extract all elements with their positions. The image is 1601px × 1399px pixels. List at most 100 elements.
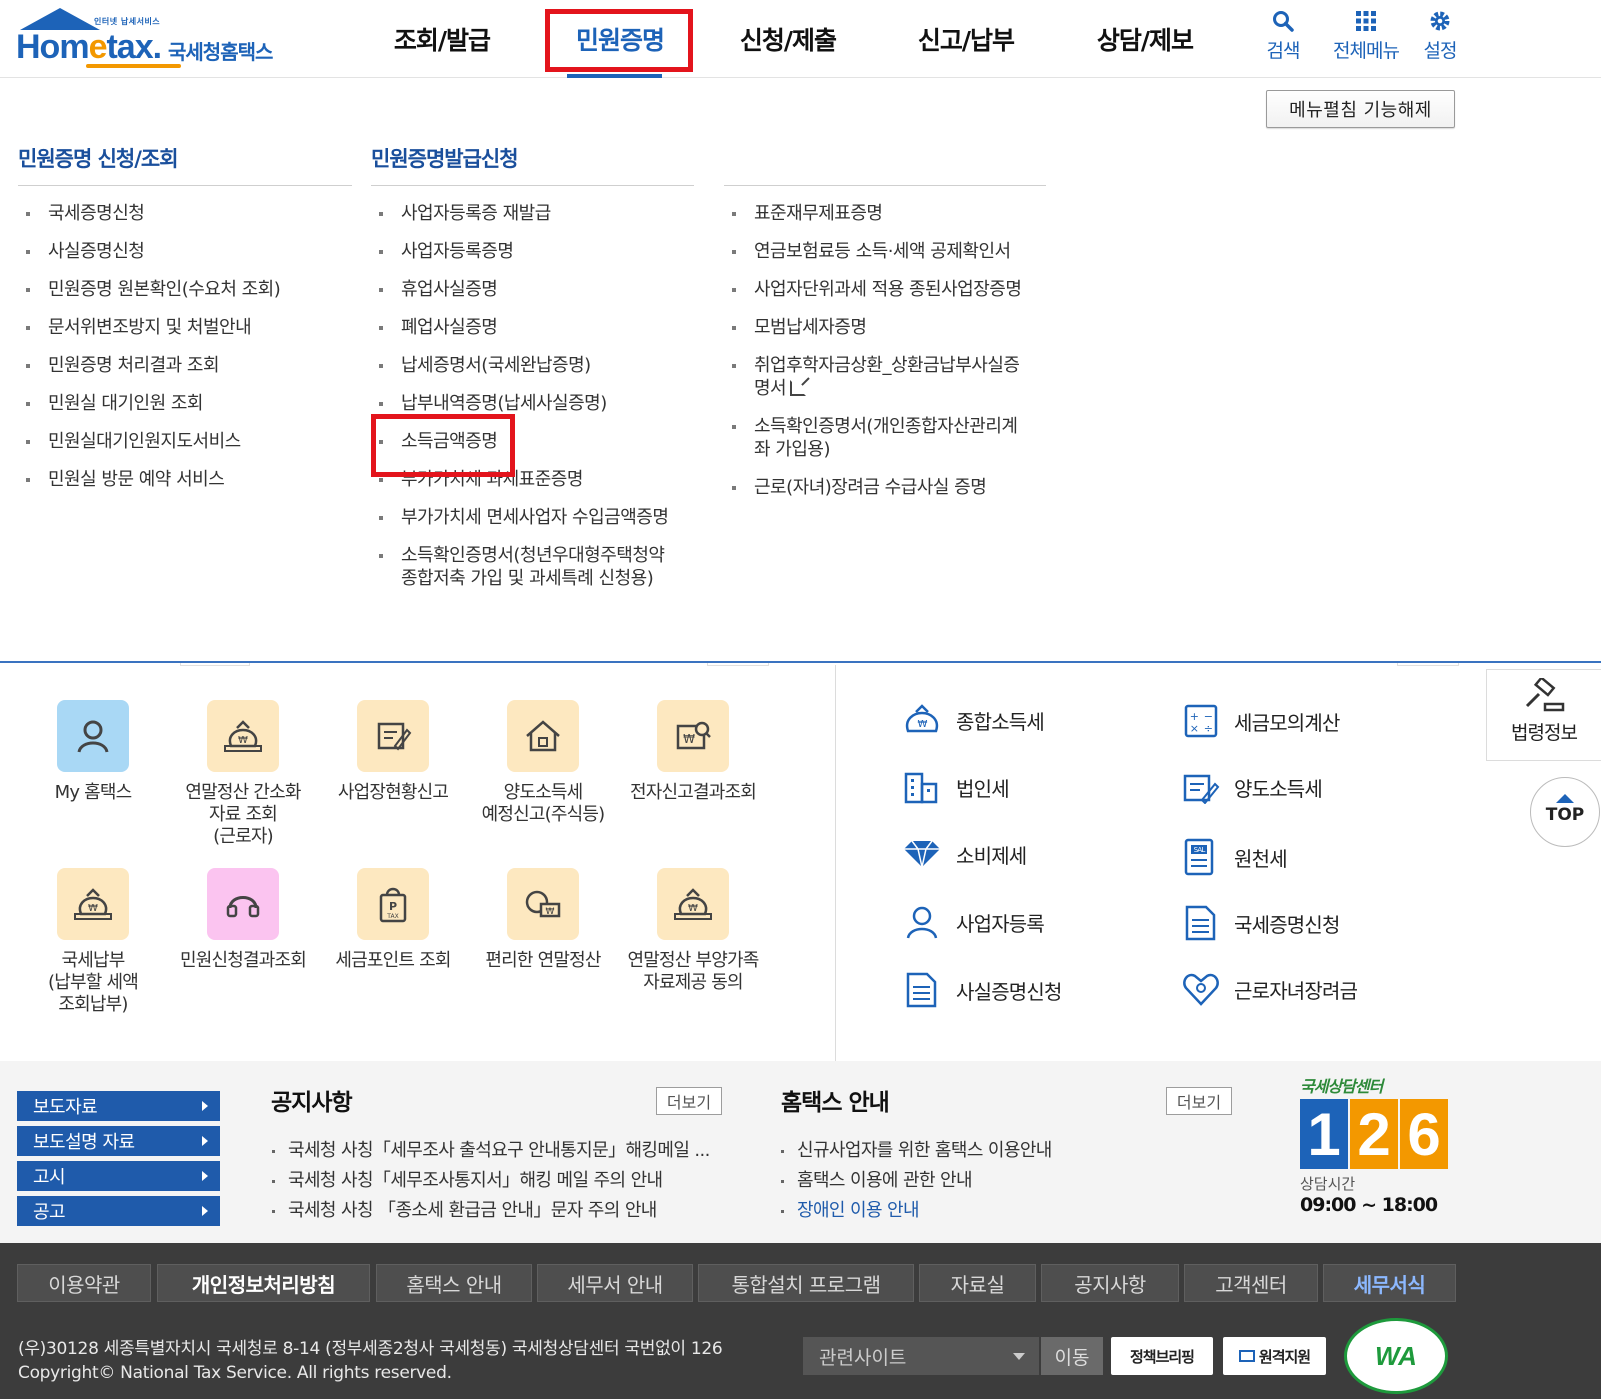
footer-tax-forms-link[interactable]: 세무서식 [1323, 1264, 1456, 1302]
notice-more-button[interactable]: 더보기 [656, 1087, 722, 1115]
svg-text:₩: ₩ [917, 719, 927, 730]
menu-item-pension-deduction-confirm[interactable]: 연금보험료등 소득·세액 공제확인서 [724, 240, 1064, 263]
settings-button[interactable]: 설정 [1400, 8, 1480, 68]
document-icon [1185, 905, 1216, 941]
service-consumption-tax[interactable]: 소비제세 [902, 837, 1027, 871]
quick-dependent-consent[interactable]: ₩ 연말정산 부양가족 자료제공 동의 [623, 868, 763, 994]
house-icon [507, 700, 579, 772]
service-tax-simulation[interactable]: + − × ÷ 세금모의계산 [1182, 703, 1340, 739]
menu-item-biz-reg-reissue[interactable]: 사업자등록증 재발급 [371, 202, 711, 225]
menu-item-closure-cert[interactable]: 폐업사실증명 [371, 316, 711, 339]
press-explanation-button[interactable]: 보도설명 자료 [17, 1126, 220, 1156]
policy-briefing-badge[interactable]: 정책브리핑 [1111, 1337, 1213, 1375]
menu-item-income-confirm-youth[interactable]: 소득확인증명서(청년우대형주택청약 종합저축 가입 및 과세특례 신청용) [371, 544, 711, 590]
guide-more-button[interactable]: 더보기 [1166, 1087, 1232, 1115]
public-notice-button[interactable]: 고시 [17, 1161, 220, 1191]
menu-item-suspension-cert[interactable]: 휴업사실증명 [371, 278, 711, 301]
footer-install-program-link[interactable]: 통합설치 프로그램 [698, 1264, 914, 1302]
footer-tax-office-link[interactable]: 세무서 안내 [537, 1264, 693, 1302]
menu-fold-toggle-button[interactable]: 메뉴펼침 기능해제 [1266, 90, 1455, 128]
web-accessibility-mark: WA [1344, 1318, 1448, 1394]
menu-item-payment-history-cert[interactable]: 납부내역증명(납세사실증명) [371, 392, 711, 415]
document-icon [906, 972, 937, 1008]
service-withholding-tax[interactable]: SAL 원천세 [1182, 837, 1288, 877]
menu-item-forgery-prevention[interactable]: 문서위변조방지 및 처벌안내 [18, 316, 358, 339]
notice-title: 공지사항 [271, 1090, 353, 1116]
logo-wordmark: Hometax. [16, 28, 162, 66]
quick-national-tax-payment[interactable]: ₩ 국세납부 (납부할 세액 조회납부) [23, 868, 163, 1016]
center-hours-label: 상담시간 [1300, 1175, 1356, 1193]
quick-label: 세금포인트 조회 [335, 950, 451, 971]
service-business-registration[interactable]: 사업자등록 [902, 904, 1045, 940]
search-button[interactable]: 검색 [1243, 8, 1323, 68]
search-icon [1273, 11, 1294, 32]
footer-privacy-link[interactable]: 개인정보처리방침 [157, 1264, 370, 1302]
menu-item-earned-incentive-cert[interactable]: 근로(자녀)장려금 수급사실 증명 [724, 476, 1064, 499]
service-fact-cert[interactable]: 사실증명신청 [902, 971, 1062, 1009]
quick-transfer-income-prereport[interactable]: 양도소득세 예정신고(주식등) [473, 700, 613, 826]
gnb-report-pay[interactable]: 신고/납부 [896, 0, 1036, 78]
center-hours: 09:00 ~ 18:00 [1300, 1194, 1438, 1216]
menu-item-waiting-map[interactable]: 민원실대기인원지도서비스 [18, 430, 358, 453]
menu-item-fact-cert[interactable]: 사실증명신청 [18, 240, 358, 263]
menu-item-tax-payment-cert[interactable]: 납세증명서(국세완납증명) [371, 354, 711, 377]
center-number: 1 2 6 [1300, 1099, 1460, 1169]
press-release-button[interactable]: 보도자료 [17, 1091, 220, 1121]
footer-terms-link[interactable]: 이용약관 [17, 1264, 151, 1302]
notice-item[interactable]: 국세청 사칭「세무조사 출석요구 안내통지문」해킹메일 ... [270, 1136, 710, 1166]
quick-easy-year-end[interactable]: ₩ 편리한 연말정산 [473, 868, 613, 972]
quick-label: 편리한 연말정산 [485, 950, 601, 971]
related-sites-go-button[interactable]: 이동 [1041, 1337, 1103, 1375]
quick-workplace-report[interactable]: 사업장현황신고 [323, 700, 463, 804]
service-earned-child-incentive[interactable]: 근로자녀장려금 [1182, 971, 1358, 1007]
all-menu-button[interactable]: 전체메뉴 [1323, 8, 1409, 68]
remote-support-badge[interactable]: 원격지원 [1223, 1337, 1326, 1375]
quick-label: 사업장현황신고 [337, 782, 449, 803]
menu-item-process-result[interactable]: 민원증명 처리결과 조회 [18, 354, 358, 377]
menu-item-original-check[interactable]: 민원증명 원본확인(수요처 조회) [18, 278, 358, 301]
quick-my-hometax[interactable]: My 홈택스 [23, 700, 163, 804]
menu-item-biz-reg-cert[interactable]: 사업자등록증명 [371, 240, 711, 263]
menu-item-model-taxpayer-cert[interactable]: 모범납세자증명 [724, 316, 1064, 339]
service-transfer-income-tax[interactable]: 양도소득세 [1182, 770, 1323, 804]
footer-customer-center-link[interactable]: 고객센터 [1184, 1264, 1318, 1302]
notice-item[interactable]: 국세청 사칭 「종소세 환급금 안내」문자 주의 안내 [270, 1196, 710, 1226]
tax-consult-center-banner[interactable]: 국세상담센터 1 2 6 상담시간 09:00 ~ 18:00 [1300, 1073, 1460, 1233]
menu-item-student-loan-cert[interactable]: 취업후학자금상환_상환금납부사실증 명서 [724, 354, 1064, 400]
service-national-tax-cert[interactable]: 국세증명신청 [1182, 904, 1340, 942]
external-link-icon [790, 380, 807, 396]
gnb-apply-submit[interactable]: 신청/제출 [718, 0, 858, 78]
guide-item-accessibility[interactable]: 장애인 이용 안내 [779, 1196, 1052, 1226]
announcement-button[interactable]: 공고 [17, 1196, 220, 1226]
quick-e-report-result[interactable]: ₩ 전자신고결과조회 [623, 700, 763, 804]
menu-item-waiting-count[interactable]: 민원실 대기인원 조회 [18, 392, 358, 415]
quick-year-end-simplified[interactable]: ₩ 연말정산 간소화 자료 조회 (근로자) [173, 700, 313, 848]
guide-item[interactable]: 신규사업자를 위한 홈택스 이용안내 [779, 1136, 1052, 1166]
footer-hometax-guide-link[interactable]: 홈택스 안내 [376, 1264, 532, 1302]
menu-item-vat-exempt-income-cert[interactable]: 부가가치세 면세사업자 수입금액증명 [371, 506, 711, 529]
user-icon [57, 700, 129, 772]
quick-civil-request-result[interactable]: 민원신청결과조회 [173, 868, 313, 972]
logo-korean-name: 국세청홈택스 [168, 40, 273, 64]
quick-tax-point[interactable]: P TAX 세금포인트 조회 [323, 868, 463, 972]
gnb-inquiry-issue[interactable]: 조회/발급 [372, 0, 512, 78]
law-info-button[interactable]: 법령정보 [1486, 669, 1601, 761]
footer-archive-link[interactable]: 자료실 [919, 1264, 1036, 1302]
menu-item-income-confirm-isa[interactable]: 소득확인증명서(개인종합자산관리계 좌 가입용) [724, 415, 1064, 461]
notice-item[interactable]: 국세청 사칭「세무조사통지서」해킹 메일 주의 안내 [270, 1166, 710, 1196]
svg-text:₩: ₩ [88, 903, 98, 914]
menu-item-financial-statement-cert[interactable]: 표준재무제표증명 [724, 202, 1064, 225]
active-tab-indicator [567, 74, 662, 78]
service-global-income-tax[interactable]: ₩ 종합소득세 [902, 703, 1045, 737]
menu-item-sub-workplace-cert[interactable]: 사업자단위과세 적용 종된사업장증명 [724, 278, 1064, 301]
hometax-guide-title: 홈택스 안내 [781, 1090, 890, 1116]
menu-item-visit-reservation[interactable]: 민원실 방문 예약 서비스 [18, 468, 358, 491]
related-sites-select[interactable]: 관련사이트 [803, 1337, 1039, 1375]
guide-item[interactable]: 홈택스 이용에 관한 안내 [779, 1166, 1052, 1196]
gnb-consult-report[interactable]: 상담/제보 [1075, 0, 1215, 78]
hometax-logo[interactable]: 인터넷 납세서비스 Hometax. 국세청홈택스 [16, 6, 296, 70]
footer-notice-link[interactable]: 공지사항 [1041, 1264, 1179, 1302]
service-corporate-tax[interactable]: 법인세 [902, 770, 1010, 804]
scroll-top-button[interactable]: TOP [1530, 777, 1600, 847]
menu-item-national-tax-cert[interactable]: 국세증명신청 [18, 202, 358, 225]
